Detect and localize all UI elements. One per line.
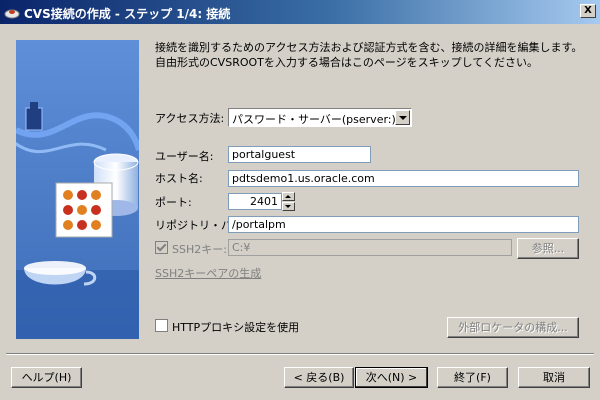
wizard-side-image <box>16 40 139 339</box>
hostname-label: ホスト名: <box>155 172 203 185</box>
access-method-label: アクセス方法: <box>155 112 225 125</box>
external-locator-button[interactable]: 外部ロケータの構成... <box>447 317 579 338</box>
username-input[interactable]: portalguest <box>228 146 371 163</box>
access-method-value: パスワード・サーバー(pserver:) <box>232 113 396 126</box>
help-button[interactable]: ヘルプ(H) <box>11 367 82 388</box>
next-button[interactable]: 次へ(N) > <box>355 367 428 388</box>
spinner-down-icon[interactable] <box>282 202 295 211</box>
port-label: ポート: <box>155 196 192 209</box>
username-label: ユーザー名: <box>155 150 214 163</box>
footer-separator <box>6 353 594 355</box>
access-method-select[interactable]: パスワード・サーバー(pserver:) <box>228 108 412 127</box>
port-input[interactable]: 2401 <box>228 193 282 210</box>
close-button[interactable]: X <box>580 4 596 18</box>
repository-path-input[interactable]: /portalpm <box>228 216 579 233</box>
wizard-illustration <box>16 40 139 339</box>
ssh2-generate-link[interactable]: SSH2キーペアの生成 <box>155 265 261 281</box>
window-title: CVS接続の作成 - ステップ 1/4: 接続 <box>24 7 231 21</box>
app-icon <box>4 9 20 19</box>
http-proxy-checkbox[interactable] <box>155 319 168 332</box>
title-bar: CVS接続の作成 - ステップ 1/4: 接続 X <box>0 0 600 24</box>
cancel-button[interactable]: 取消 <box>518 367 590 388</box>
port-spinner[interactable] <box>282 192 295 211</box>
back-button[interactable]: < 戻る(B) <box>284 367 354 388</box>
http-proxy-label: HTTPプロキシ設定を使用 <box>172 321 300 334</box>
step-description: 接続を識別するためのアクセス方法および認証方式を含む、接続の詳細を編集します。自… <box>155 41 583 69</box>
finish-button[interactable]: 終了(F) <box>437 367 508 388</box>
ssh2-key-input[interactable]: C:¥ <box>228 239 512 256</box>
ssh2-key-label: SSH2キー: <box>172 243 227 256</box>
ssh2-key-checkbox[interactable] <box>155 241 168 254</box>
browse-button[interactable]: 参照... <box>517 238 579 259</box>
chevron-down-icon[interactable] <box>395 110 410 125</box>
hostname-input[interactable]: pdtsdemo1.us.oracle.com <box>228 170 579 187</box>
spinner-up-icon[interactable] <box>282 192 295 201</box>
